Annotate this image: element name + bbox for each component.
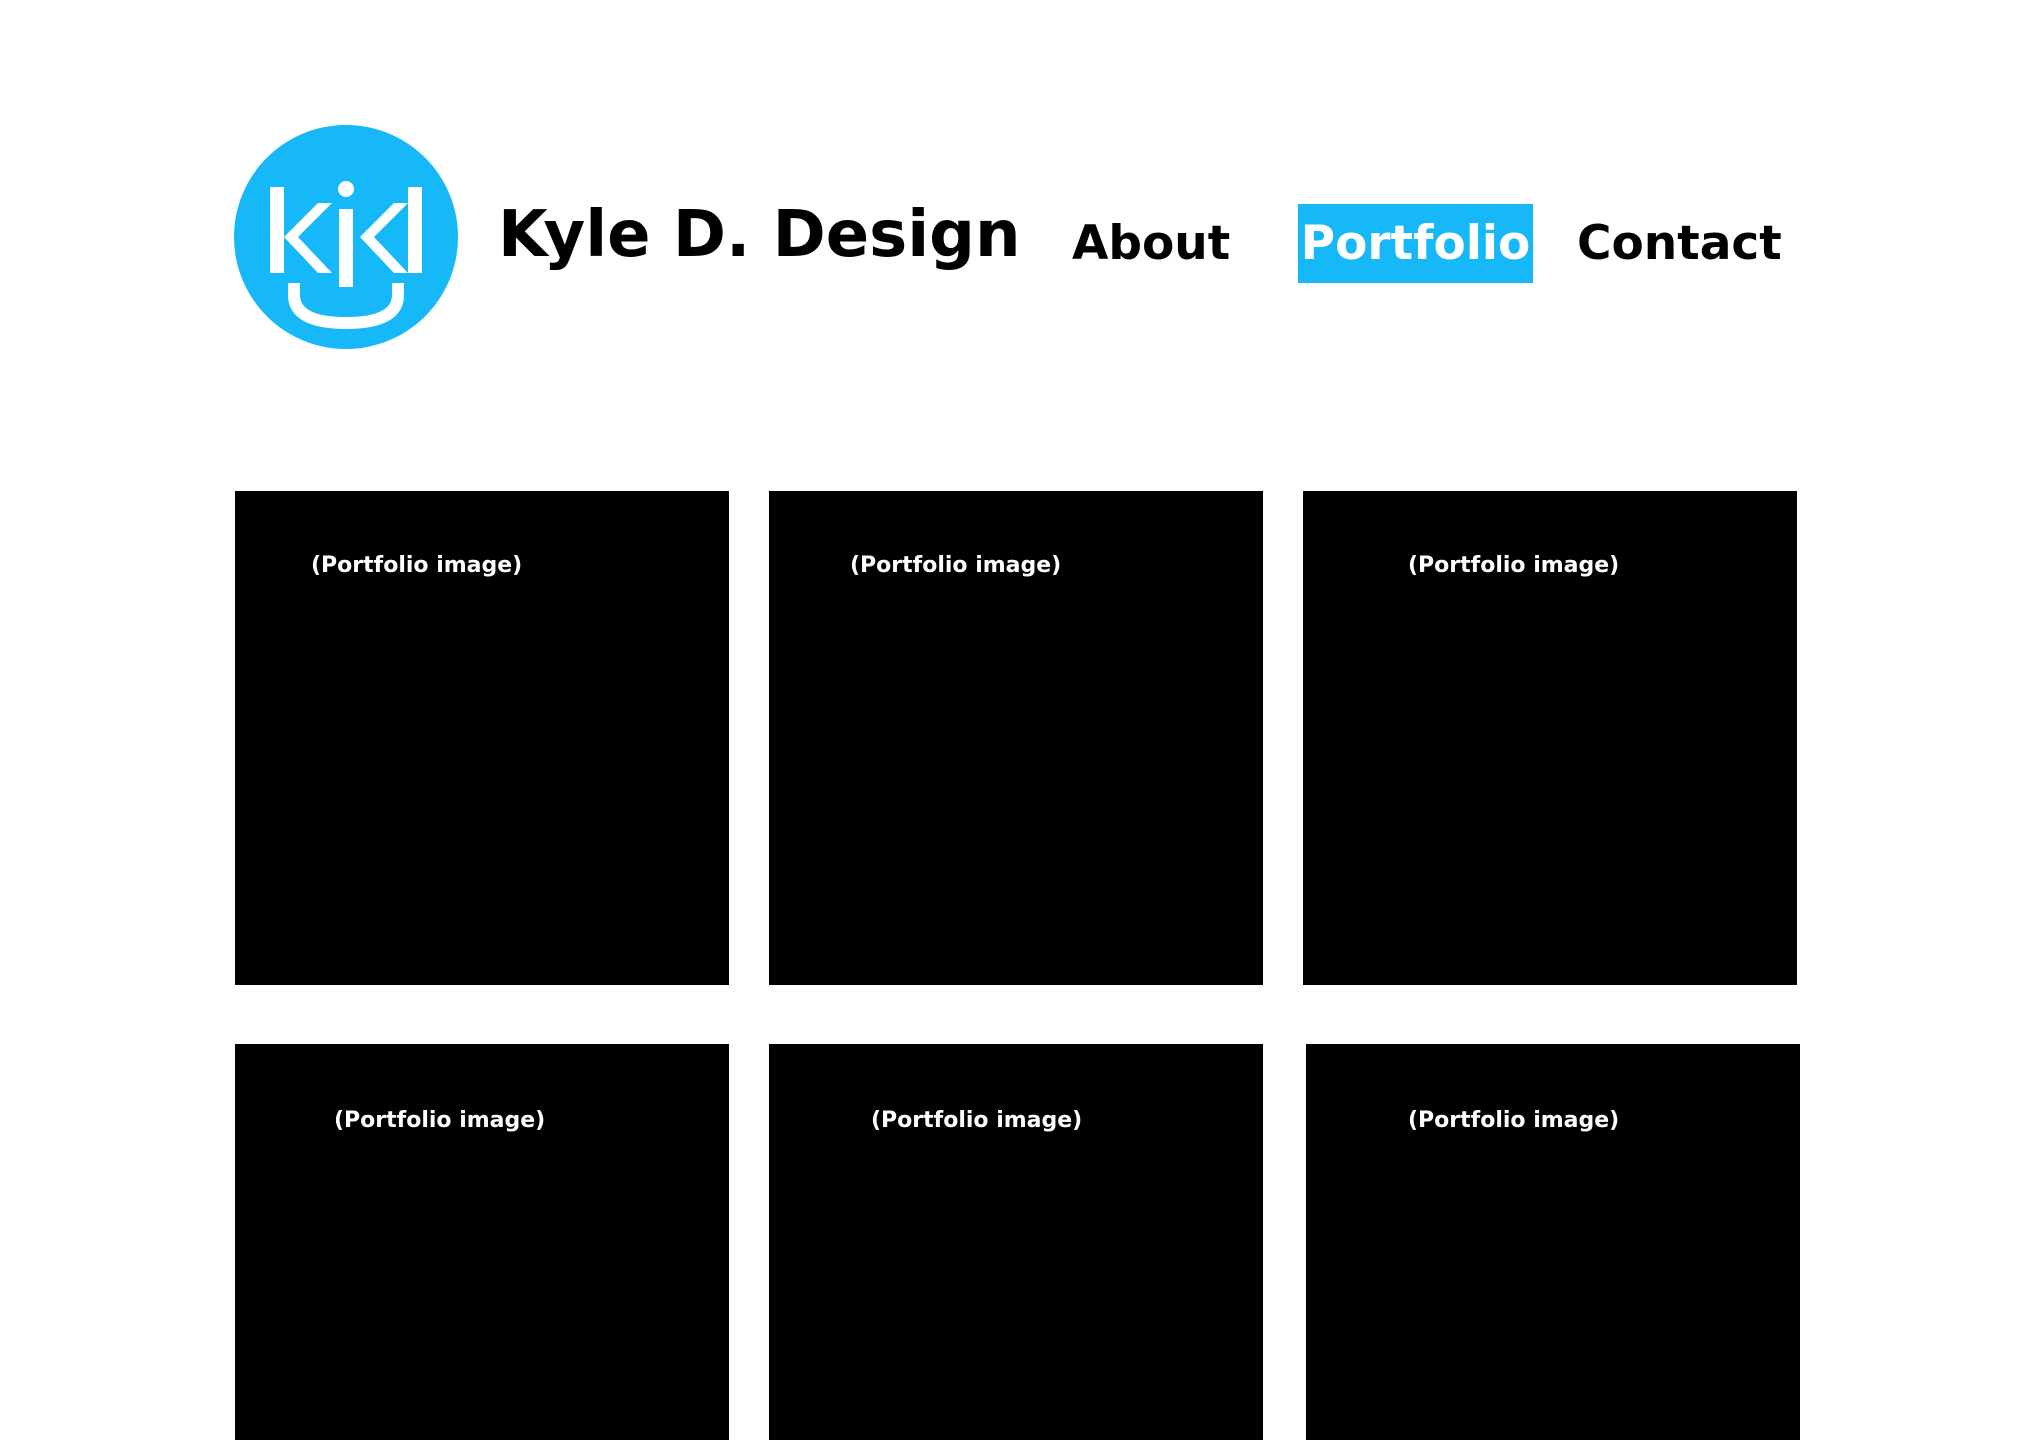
site-title[interactable]: Kyle D. Design: [498, 195, 1021, 275]
portfolio-tile[interactable]: (Portfolio image): [235, 1044, 729, 1440]
portfolio-tile[interactable]: (Portfolio image): [1303, 491, 1797, 985]
portfolio-image-placeholder: (Portfolio image): [1408, 1108, 1620, 1133]
nav-about-link[interactable]: About: [1072, 204, 1230, 283]
portfolio-image-placeholder: (Portfolio image): [850, 553, 1062, 578]
portfolio-tile[interactable]: (Portfolio image): [769, 491, 1263, 985]
portfolio-image-placeholder: (Portfolio image): [1408, 553, 1620, 578]
nav-portfolio-link[interactable]: Portfolio: [1298, 204, 1533, 283]
portfolio-image-placeholder: (Portfolio image): [311, 553, 523, 578]
portfolio-image-placeholder: (Portfolio image): [871, 1108, 1083, 1133]
site-logo[interactable]: [234, 125, 458, 349]
nav-contact-link[interactable]: Contact: [1577, 204, 1782, 283]
portfolio-image-placeholder: (Portfolio image): [334, 1108, 546, 1133]
portfolio-tile[interactable]: (Portfolio image): [769, 1044, 1263, 1440]
kjd-logo-icon: [234, 125, 458, 349]
portfolio-tile[interactable]: (Portfolio image): [235, 491, 729, 985]
portfolio-tile[interactable]: (Portfolio image): [1306, 1044, 1800, 1440]
